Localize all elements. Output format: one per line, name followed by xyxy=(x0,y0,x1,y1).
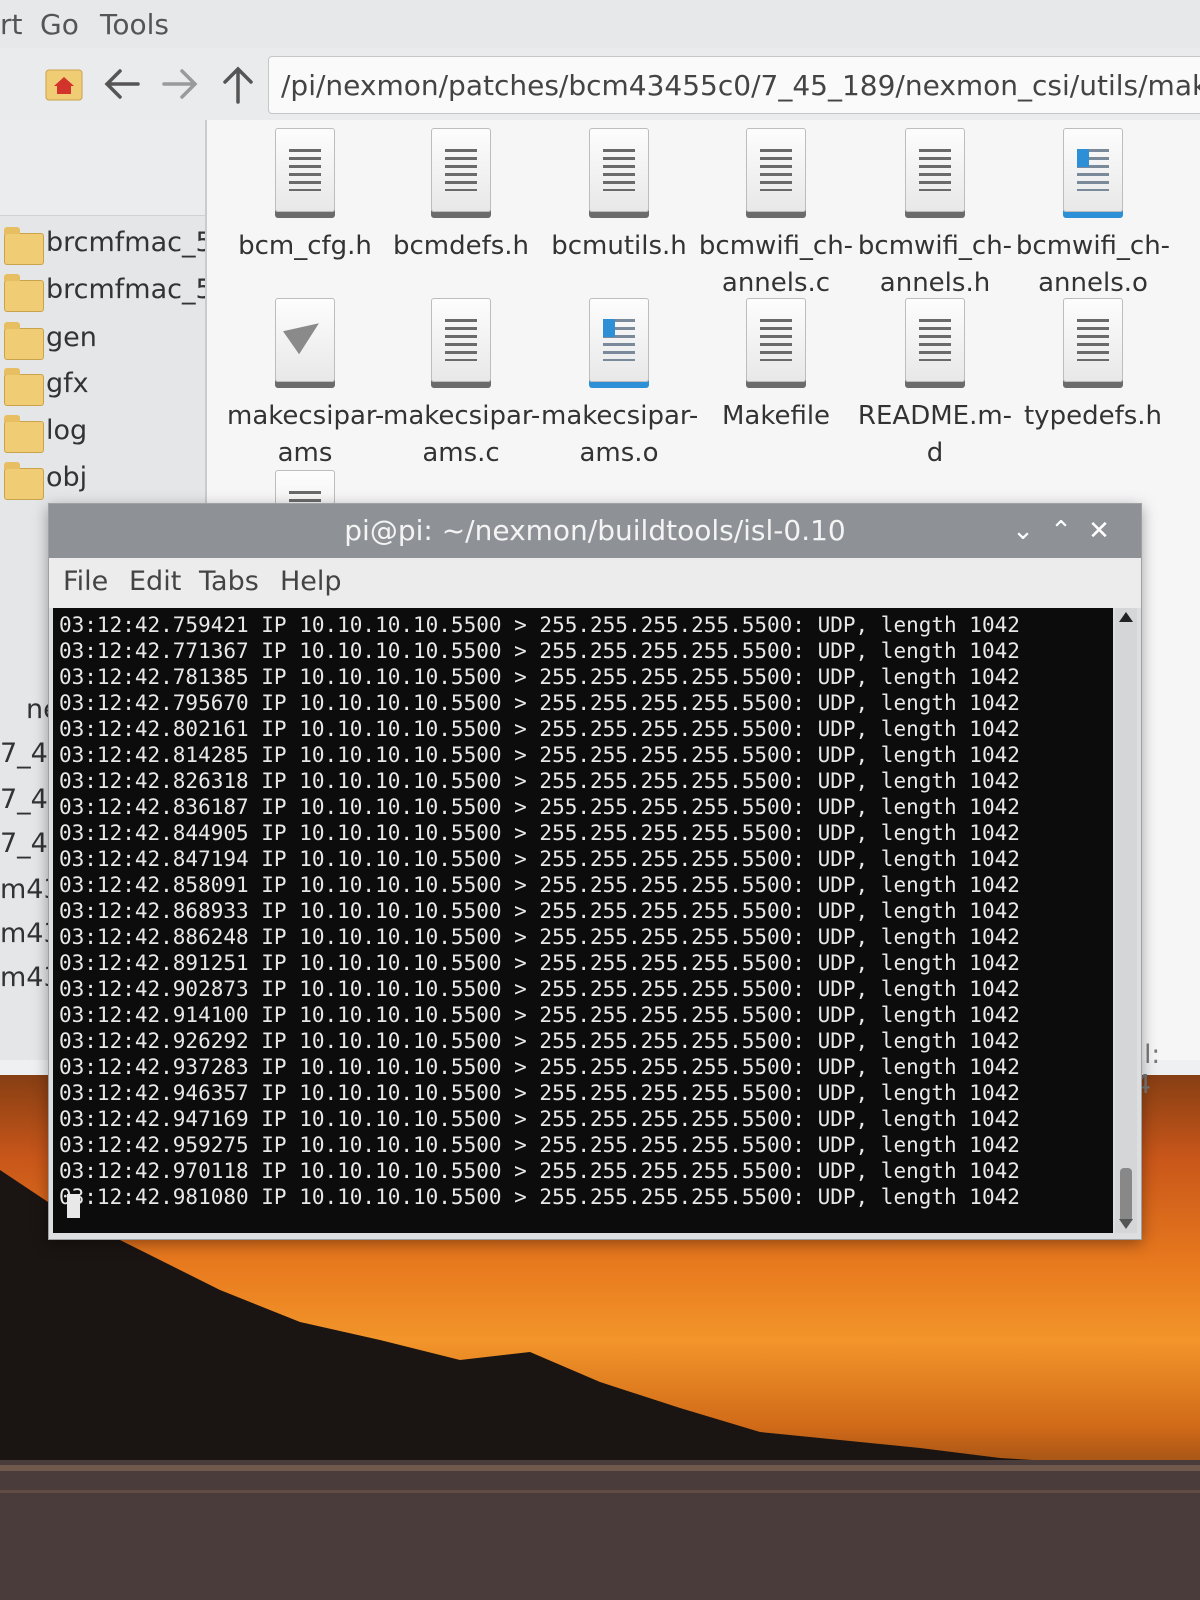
folder-icon xyxy=(4,274,44,312)
folder-icon xyxy=(4,462,44,500)
terminal-menubar: File Edit Tabs Help xyxy=(49,558,1141,608)
file-item[interactable]: bcmdefs.h xyxy=(383,128,539,265)
terminal-line: 03:12:42.795670 IP 10.10.10.10.5500 > 25… xyxy=(59,691,1020,715)
file-item[interactable]: README.m-d xyxy=(857,298,1013,472)
object-file-icon xyxy=(1063,128,1123,212)
terminal-line: 03:12:42.981080 IP 10.10.10.10.5500 > 25… xyxy=(59,1185,1020,1209)
back-arrow-icon[interactable] xyxy=(100,62,144,106)
file-item[interactable]: makecsipar-ams.o xyxy=(541,298,698,472)
home-icon[interactable] xyxy=(44,64,84,104)
file-manager-toolbar: /pi/nexmon/patches/bcm43455c0/7_45_189/n… xyxy=(0,48,1200,120)
terminal-line: 03:12:42.814285 IP 10.10.10.10.5500 > 25… xyxy=(59,743,1020,767)
window-title: pi@pi: ~/nexmon/buildtools/isl-0.10 xyxy=(344,514,846,547)
sidebar-item[interactable]: brcmfmac_5.4 xyxy=(0,225,205,269)
sidebar-header xyxy=(0,120,205,216)
text-cursor xyxy=(67,1194,80,1218)
terminal-line: 03:12:42.771367 IP 10.10.10.10.5500 > 25… xyxy=(59,639,1020,663)
terminal-line: 03:12:42.937283 IP 10.10.10.10.5500 > 25… xyxy=(59,1055,1020,1079)
scroll-up-icon[interactable] xyxy=(1119,612,1133,622)
minimize-icon[interactable]: ⌄ xyxy=(1005,513,1041,549)
terminal-line: 03:12:42.759421 IP 10.10.10.10.5500 > 25… xyxy=(59,613,1020,637)
terminal-line: 03:12:42.891251 IP 10.10.10.10.5500 > 25… xyxy=(59,951,1020,975)
sidebar-item-partial[interactable]: m43 xyxy=(0,916,55,960)
object-file-icon xyxy=(589,298,649,382)
executable-file-icon xyxy=(275,298,335,382)
file-item[interactable]: makecsipar-ams.c xyxy=(383,298,540,472)
menu-item-go[interactable]: Go xyxy=(40,8,79,41)
file-item[interactable]: Makefile xyxy=(698,298,854,435)
sidebar-item-partial[interactable]: 7_45 xyxy=(0,826,55,870)
close-icon[interactable]: ✕ xyxy=(1081,513,1117,549)
forward-arrow-icon[interactable] xyxy=(158,62,202,106)
text-file-icon xyxy=(1063,298,1123,382)
path-bar[interactable]: /pi/nexmon/patches/bcm43455c0/7_45_189/n… xyxy=(268,56,1200,114)
terminal-line: 03:12:42.926292 IP 10.10.10.10.5500 > 25… xyxy=(59,1029,1020,1053)
terminal-scrollbar[interactable] xyxy=(1115,608,1137,1233)
folder-icon xyxy=(4,368,44,406)
terminal-line: 03:12:42.836187 IP 10.10.10.10.5500 > 25… xyxy=(59,795,1020,819)
text-file-icon xyxy=(746,128,806,212)
sidebar-item[interactable]: obj xyxy=(0,460,205,504)
up-arrow-icon[interactable] xyxy=(216,62,260,106)
maximize-icon[interactable]: ⌃ xyxy=(1043,513,1079,549)
text-file-icon xyxy=(746,298,806,382)
terminal-titlebar[interactable]: pi@pi: ~/nexmon/buildtools/isl-0.10 ⌄ ⌃ … xyxy=(49,504,1141,558)
terminal-lines: 03:12:42.759421 IP 10.10.10.10.5500 > 25… xyxy=(59,612,1109,1210)
terminal-line: 03:12:42.781385 IP 10.10.10.10.5500 > 25… xyxy=(59,665,1020,689)
menu-edit[interactable]: Edit xyxy=(129,566,181,597)
terminal-line: 03:12:42.946357 IP 10.10.10.10.5500 > 25… xyxy=(59,1081,1020,1105)
menu-help[interactable]: Help xyxy=(280,566,342,597)
sidebar-item-partial[interactable]: 7_45 xyxy=(0,782,55,826)
menu-item-partial[interactable]: rt xyxy=(0,8,23,41)
file-manager-menubar: rt Go Tools xyxy=(0,0,1200,48)
file-item[interactable]: bcmwifi_ch-annels.h xyxy=(857,128,1013,302)
terminal-line: 03:12:42.947169 IP 10.10.10.10.5500 > 25… xyxy=(59,1107,1020,1131)
menu-item-tools[interactable]: Tools xyxy=(100,8,169,41)
menu-tabs[interactable]: Tabs xyxy=(199,566,259,597)
terminal-line: 03:12:42.858091 IP 10.10.10.10.5500 > 25… xyxy=(59,873,1020,897)
file-item[interactable]: bcmutils.h xyxy=(541,128,697,265)
text-file-icon xyxy=(275,128,335,212)
file-item[interactable]: typedefs.h xyxy=(1015,298,1171,435)
terminal-window: pi@pi: ~/nexmon/buildtools/isl-0.10 ⌄ ⌃ … xyxy=(48,503,1142,1240)
file-item[interactable]: makecsipar-ams xyxy=(227,298,384,472)
scroll-down-icon[interactable] xyxy=(1119,1219,1133,1229)
folder-icon xyxy=(4,415,44,453)
folder-icon xyxy=(4,322,44,360)
file-item[interactable]: bcm_cfg.h xyxy=(227,128,383,265)
sidebar-item[interactable]: brcmfmac_5.1 xyxy=(0,272,205,316)
terminal-line: 03:12:42.914100 IP 10.10.10.10.5500 > 25… xyxy=(59,1003,1020,1027)
text-file-icon xyxy=(589,128,649,212)
terminal-line: 03:12:42.847194 IP 10.10.10.10.5500 > 25… xyxy=(59,847,1020,871)
sidebar-item-partial[interactable]: 7_45 xyxy=(0,736,55,780)
text-file-icon xyxy=(905,128,965,212)
terminal-line: 03:12:42.844905 IP 10.10.10.10.5500 > 25… xyxy=(59,821,1020,845)
file-item[interactable]: bcmwifi_ch-annels.c xyxy=(698,128,854,302)
sidebar-item[interactable]: gfx xyxy=(0,366,205,410)
text-file-icon xyxy=(431,128,491,212)
sidebar-item-partial[interactable]: m43 xyxy=(0,872,55,916)
terminal-line: 03:12:42.826318 IP 10.10.10.10.5500 > 25… xyxy=(59,769,1020,793)
text-file-icon xyxy=(905,298,965,382)
terminal-line: 03:12:42.868933 IP 10.10.10.10.5500 > 25… xyxy=(59,899,1020,923)
menu-file[interactable]: File xyxy=(63,566,108,597)
folder-icon xyxy=(4,227,44,265)
terminal-line: 03:12:42.802161 IP 10.10.10.10.5500 > 25… xyxy=(59,717,1020,741)
sidebar-item-partial[interactable]: m43 xyxy=(0,960,55,1004)
terminal-line: 03:12:42.902873 IP 10.10.10.10.5500 > 25… xyxy=(59,977,1020,1001)
terminal-output[interactable]: 03:12:42.759421 IP 10.10.10.10.5500 > 25… xyxy=(53,608,1113,1233)
scrollbar-thumb[interactable] xyxy=(1120,1168,1132,1223)
sidebar-item[interactable]: log xyxy=(0,413,205,457)
terminal-line: 03:12:42.959275 IP 10.10.10.10.5500 > 25… xyxy=(59,1133,1020,1157)
text-file-icon xyxy=(431,298,491,382)
terminal-line: 03:12:42.970118 IP 10.10.10.10.5500 > 25… xyxy=(59,1159,1020,1183)
sidebar-item[interactable]: gen xyxy=(0,320,205,364)
terminal-line: 03:12:42.886248 IP 10.10.10.10.5500 > 25… xyxy=(59,925,1020,949)
file-item[interactable]: bcmwifi_ch-annels.o xyxy=(1015,128,1171,302)
